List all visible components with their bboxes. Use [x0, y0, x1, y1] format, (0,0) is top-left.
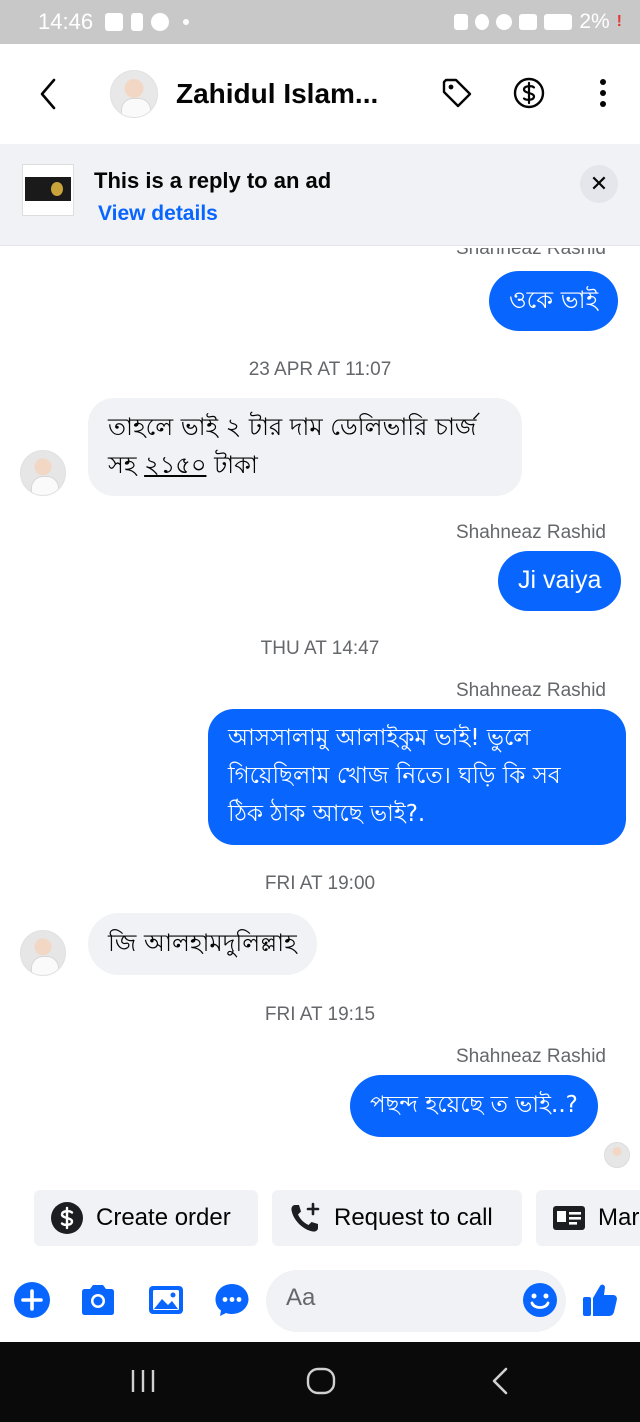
message-timestamp: 23 APR AT 11:07	[248, 359, 392, 380]
sender-name: Shahneaz Rashid	[456, 522, 606, 543]
phone-plus-icon	[291, 1202, 320, 1232]
hotspot-icon	[496, 14, 513, 30]
message-line: আসসালামু আলাইকুম ভাই! ভুলে	[228, 725, 531, 751]
outgoing-message[interactable]: Ji vaiya	[498, 551, 622, 611]
plus-circle-icon[interactable]	[12, 1280, 52, 1320]
dollar-circle-icon[interactable]	[512, 76, 546, 110]
system-navigation-bar	[0, 1342, 640, 1422]
incoming-message[interactable]: তাহলে ভাই ২ টার দাম ডেলিভারি চার্জ সহ ২১…	[88, 398, 522, 496]
ad-reply-title: This is a reply to an ad	[94, 168, 332, 193]
message-timestamp: THU AT 14:47	[260, 638, 380, 659]
signal-icon	[519, 14, 538, 30]
back-icon[interactable]	[486, 1366, 516, 1396]
chip-label: Request to call	[334, 1204, 493, 1231]
message-line: সহ ২১৫০ টাকা	[108, 451, 258, 479]
seen-receipt-avatar	[604, 1142, 630, 1168]
chrome-notification-icon	[151, 13, 170, 31]
outgoing-message[interactable]: ওকে ভাই	[489, 271, 619, 331]
message-timestamp: FRI AT 19:00	[264, 873, 376, 894]
battery-warning-icon: !	[616, 13, 622, 30]
message-input-placeholder: Aa	[286, 1284, 316, 1311]
gallery-icon[interactable]	[146, 1280, 186, 1320]
back-chevron-icon[interactable]	[34, 76, 62, 112]
emoji-icon[interactable]	[520, 1280, 560, 1320]
thumbs-up-icon[interactable]	[580, 1280, 620, 1320]
message-line: গিয়েছিলাম খোজ নিতে। ঘড়ি কি সব	[228, 763, 561, 789]
camera-icon[interactable]	[78, 1280, 118, 1320]
more-vertical-icon[interactable]	[586, 76, 620, 110]
chip-label: Mar	[598, 1204, 640, 1231]
dollar-icon	[51, 1202, 83, 1234]
id-card-icon	[553, 1206, 585, 1230]
status-bar: 14:46 2% !	[0, 0, 640, 44]
message-line: ঠিক ঠাক আছে ভাই?.	[228, 801, 426, 827]
home-icon[interactable]	[306, 1366, 336, 1396]
message-timestamp: FRI AT 19:15	[264, 1004, 376, 1025]
price-link[interactable]: ২১৫০	[144, 451, 206, 479]
conversation-header: Zahidul Islam...	[0, 44, 640, 144]
recent-apps-icon[interactable]	[128, 1366, 158, 1396]
more-notifications-dot	[183, 19, 190, 25]
status-time: 14:46	[38, 9, 94, 34]
close-icon[interactable]: ✕	[580, 165, 618, 203]
sender-name: Shahneaz Rashid	[456, 1046, 606, 1067]
chip-label: Create order	[96, 1204, 231, 1231]
message-line: তাহলে ভাই ২ টার দাম ডেলিভারি চার্জ	[108, 413, 477, 441]
battery-notification-icon	[131, 13, 144, 31]
chat-bubble-icon[interactable]	[212, 1280, 252, 1320]
request-to-call-chip[interactable]: Request to call	[272, 1190, 522, 1246]
ad-reply-banner: This is a reply to an ad View details	[0, 144, 640, 246]
ad-thumbnail[interactable]	[22, 164, 74, 216]
outgoing-message[interactable]: আসসালামু আলাইকুম ভাই! ভুলে গিয়েছিলাম খো…	[208, 709, 626, 845]
4g-signal-icon	[544, 14, 573, 30]
contact-avatar[interactable]	[20, 450, 66, 496]
mark-chip[interactable]: Mar	[536, 1190, 640, 1246]
battery-saver-icon	[454, 14, 469, 30]
tag-icon[interactable]	[440, 76, 474, 110]
view-details-link[interactable]: View details	[98, 202, 218, 226]
contact-avatar[interactable]	[110, 70, 158, 118]
contact-name[interactable]: Zahidul Islam...	[176, 78, 378, 110]
message-composer: Aa	[0, 1262, 640, 1340]
quick-actions-bar: Create order Request to call Mar	[0, 1190, 640, 1246]
alarm-icon	[475, 14, 490, 30]
incoming-message[interactable]: জি আলহামদুলিল্লাহ	[88, 913, 317, 975]
battery-percent: 2%	[579, 10, 610, 33]
sender-name: Shahneaz Rashid	[456, 680, 606, 701]
contact-avatar[interactable]	[20, 930, 66, 976]
create-order-chip[interactable]: Create order	[34, 1190, 258, 1246]
gallery-notification-icon	[105, 13, 124, 31]
outgoing-message[interactable]: পছন্দ হয়েছে ত ভাই..?	[350, 1075, 598, 1137]
